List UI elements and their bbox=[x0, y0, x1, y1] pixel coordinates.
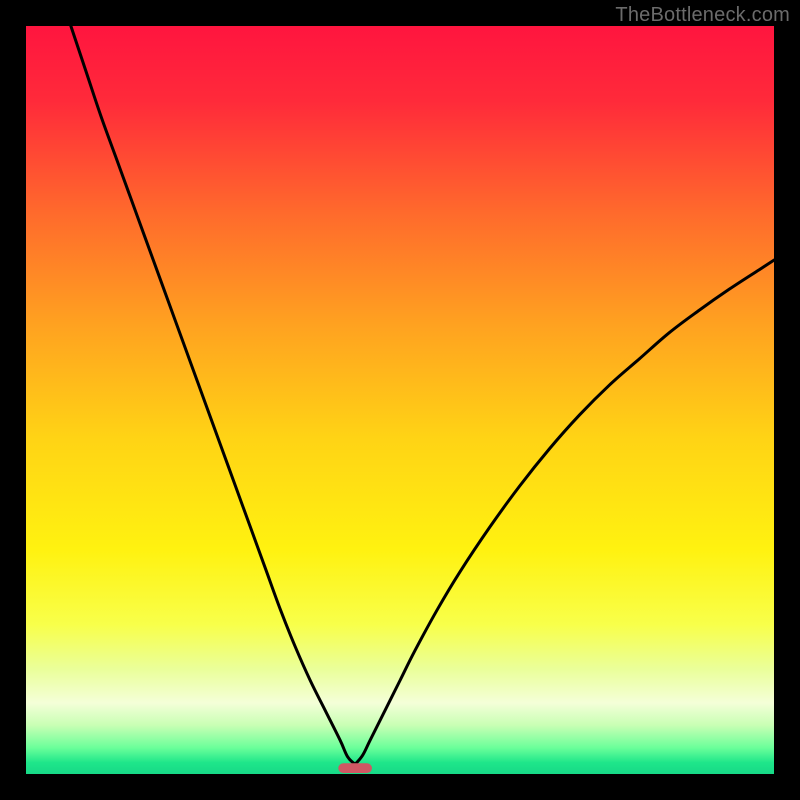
chart-frame bbox=[26, 26, 774, 774]
bottleneck-curve-chart bbox=[26, 26, 774, 774]
watermark-text: TheBottleneck.com bbox=[615, 4, 790, 27]
gradient-background bbox=[26, 26, 774, 774]
optimal-marker bbox=[338, 763, 372, 773]
